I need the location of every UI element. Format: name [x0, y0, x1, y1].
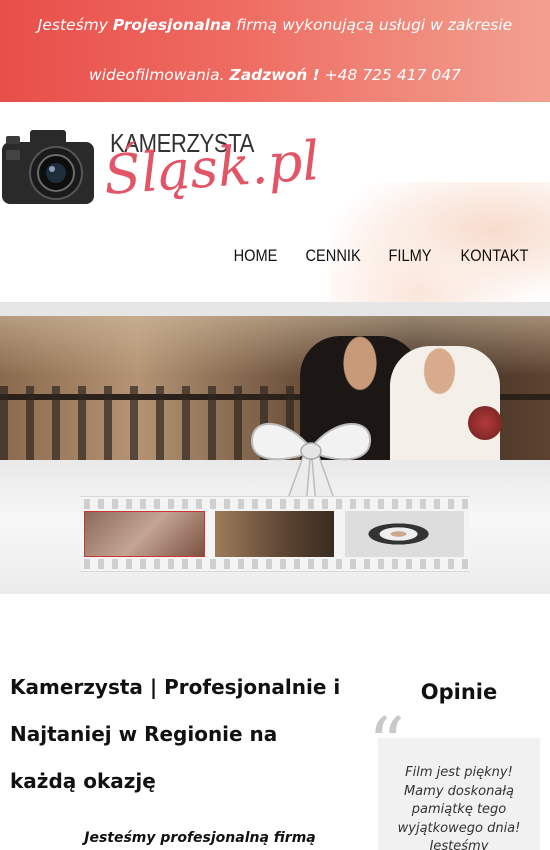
intro-heading: Jesteśmy profesjonalną firmą [84, 830, 316, 846]
opinion-card: Film jest piękny! Mamy doskonałą pamiątk… [378, 738, 540, 850]
banner-bold-text: Projesjonalna [112, 16, 232, 34]
nav-item-cennik[interactable]: CENNIK [305, 246, 360, 266]
opinions-title: Opinie [420, 680, 498, 704]
gallery-thumbnail[interactable] [345, 511, 464, 557]
top-banner: Jesteśmy Projesjonalna firmą wykonującą … [0, 0, 550, 102]
camera-icon[interactable] [0, 126, 96, 206]
filmstrip-holes [80, 559, 470, 569]
main-nav: HOME CENNIK FILMY KONTAKT [230, 246, 534, 266]
banner-line-1: Jesteśmy Projesjonalna firmą wykonującą … [0, 16, 550, 34]
hero-bouquet [468, 406, 502, 440]
banner-text: firmą wykonującą usługi w zakresie [231, 16, 513, 34]
bow-icon [250, 422, 372, 506]
site-header: KAMERZYSTA Śląsk.pl HOME CENNIK FILMY KO… [0, 102, 550, 302]
banner-line-2: wideofilmowania. Zadzwoń ! +48 725 417 0… [0, 66, 550, 84]
banner-text: Jesteśmy [37, 16, 113, 34]
call-label: Zadzwoń ! [229, 66, 320, 84]
filmstrip [80, 496, 470, 572]
phone-number[interactable]: +48 725 417 047 [320, 66, 461, 84]
page-title: Kamerzysta | Profesjonalnie i Najtaniej … [10, 675, 341, 793]
nav-item-home[interactable]: HOME [233, 246, 277, 266]
banner-text: wideofilmowania. [89, 66, 230, 84]
header-divider [0, 302, 550, 316]
gallery-thumbnail[interactable] [215, 511, 334, 557]
nav-item-filmy[interactable]: FILMY [388, 246, 431, 266]
filmstrip-holes [80, 499, 470, 509]
opinion-text: Film jest piękny! Mamy doskonałą pamiątk… [397, 765, 521, 850]
nav-item-kontakt[interactable]: KONTAKT [461, 246, 529, 266]
hero-bride [390, 346, 500, 460]
gallery-section [0, 422, 550, 594]
flowers-decoration [330, 182, 550, 302]
gallery-thumbnail[interactable] [84, 511, 205, 557]
